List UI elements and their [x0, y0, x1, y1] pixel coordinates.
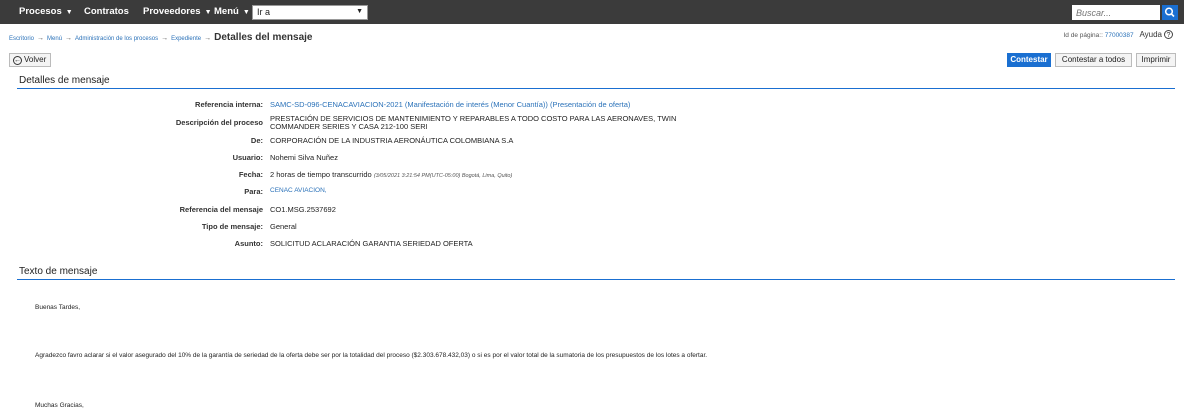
top-navigation-bar: Procesos ▼ Contratos Proveedores ▼ Menú ▼ I…	[0, 0, 1184, 24]
message-section-title: Texto de mensaje	[19, 266, 98, 277]
asunto-value: SOLICITUD ACLARACIÓN GARANTIA SERIEDAD O…	[270, 239, 473, 248]
page-title: Detalles del mensaje	[214, 32, 313, 43]
breadcrumb-expediente[interactable]: Expediente	[171, 36, 201, 42]
label-asunto: Asunto:	[234, 239, 263, 248]
back-button[interactable]: ← Volver	[9, 53, 51, 67]
arrow-right-icon: →	[161, 35, 169, 42]
help-icon: ?	[1164, 30, 1173, 39]
arrow-right-icon: →	[37, 35, 45, 42]
nav-menu[interactable]: Menú ▼	[214, 6, 250, 17]
label-usuario: Usuario:	[232, 153, 263, 162]
referencia-mensaje-value: CO1.MSG.2537692	[270, 205, 336, 214]
label-referencia-interna: Referencia interna:	[195, 100, 263, 109]
page-id-label: Id de página::	[1063, 32, 1103, 39]
descripcion-line-2: COMMANDER SERIES Y CASA 212-100 SERI	[270, 122, 428, 131]
message-body: Agradezco favro aclarar si el valor aseg…	[35, 352, 708, 359]
arrow-right-icon: →	[204, 35, 212, 42]
fecha-value: 2 horas de tiempo transcurrido (3/05/202…	[270, 170, 513, 179]
nav-proveedores[interactable]: Proveedores ▼	[143, 6, 212, 17]
help-link[interactable]: Ayuda?	[1139, 30, 1173, 39]
para-link[interactable]: CENAC AVIACION,	[270, 187, 327, 194]
chevron-down-icon: ▼	[242, 9, 250, 16]
tipo-mensaje-value: General	[270, 222, 297, 231]
page-id-info: Id de página:: 77000387 Ayuda?	[1063, 30, 1173, 39]
reply-button[interactable]: Contestar	[1007, 53, 1051, 67]
print-button[interactable]: Imprimir	[1136, 53, 1176, 67]
goto-select[interactable]: Ir a ▼	[252, 5, 368, 20]
nav-procesos[interactable]: Procesos ▼	[19, 6, 73, 17]
arrow-right-icon: →	[65, 35, 73, 42]
page-id-link[interactable]: 77000387	[1105, 32, 1134, 39]
search-button[interactable]	[1162, 5, 1178, 20]
chevron-down-icon: ▼	[65, 9, 73, 16]
chevron-down-icon: ▼	[204, 9, 212, 16]
details-section-title: Detalles de mensaje	[19, 75, 110, 86]
label-fecha: Fecha:	[238, 170, 263, 179]
label-para: Para:	[244, 187, 263, 196]
message-divider	[17, 279, 1175, 280]
message-greeting: Buenas Tardes,	[35, 304, 81, 311]
nav-contratos[interactable]: Contratos	[84, 6, 129, 17]
breadcrumb-escritorio[interactable]: Escritorio	[9, 36, 34, 42]
label-de: De:	[250, 136, 263, 145]
label-descripcion: Descripción del proceso	[175, 118, 263, 127]
reply-all-button[interactable]: Contestar a todos	[1055, 53, 1132, 67]
details-divider	[17, 88, 1175, 89]
breadcrumb-menu[interactable]: Menú	[47, 36, 62, 42]
de-value: CORPORACIÓN DE LA INDUSTRIA AERONÁUTICA …	[270, 136, 514, 145]
label-tipo-mensaje: Tipo de mensaje:	[201, 222, 263, 231]
chevron-down-icon: ▼	[356, 8, 363, 15]
referencia-interna-link[interactable]: SAMC-SD-096-CENACAVIACION-2021 (Manifest…	[270, 100, 630, 109]
fecha-timestamp: (3/05/2021 3:21:54 PM(UTC-05:00) Bogotá,…	[373, 173, 513, 179]
breadcrumb: Escritorio → Menú → Administración de los pr…	[9, 32, 313, 43]
usuario-value: Nohemi Silva Nuñez	[270, 153, 338, 162]
back-arrow-icon: ←	[13, 56, 22, 65]
search-icon	[1164, 7, 1175, 18]
message-closing: Muchas Gracias,	[35, 402, 84, 409]
breadcrumb-administracion[interactable]: Administración de los procesos	[75, 36, 158, 42]
label-referencia-mensaje: Referencia del mensaje	[179, 205, 263, 214]
search-input[interactable]	[1072, 5, 1160, 20]
